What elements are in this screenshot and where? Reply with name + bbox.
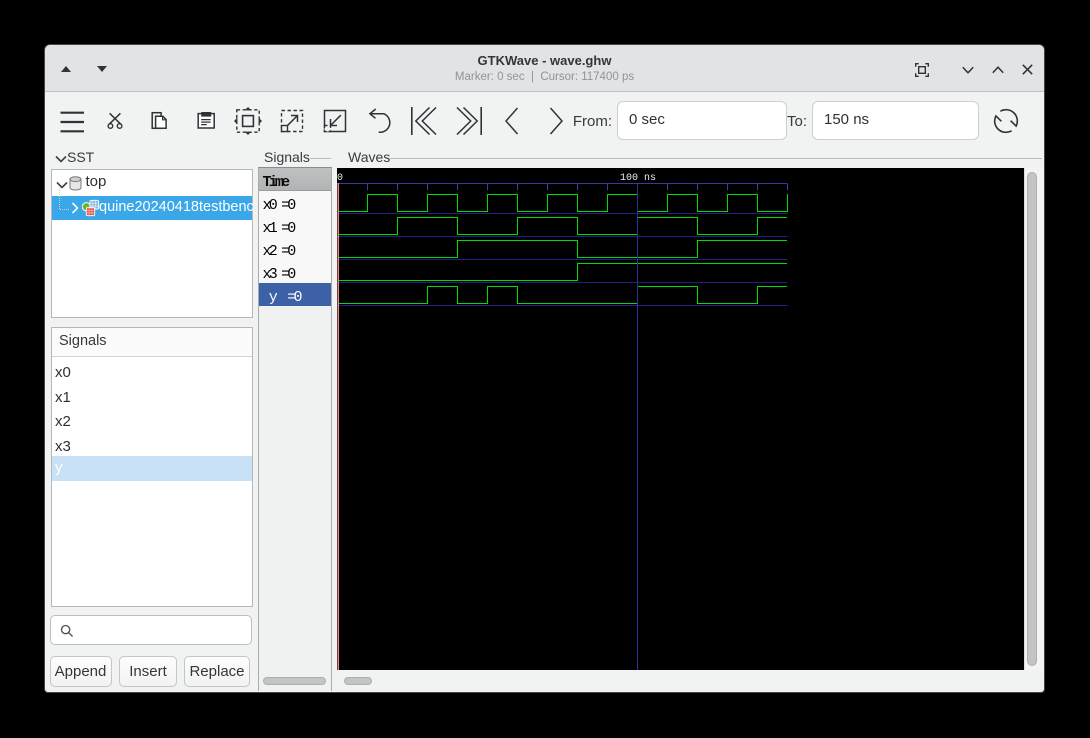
svg-text:0: 0	[337, 173, 343, 184]
svg-text:100 ns: 100 ns	[620, 173, 656, 184]
